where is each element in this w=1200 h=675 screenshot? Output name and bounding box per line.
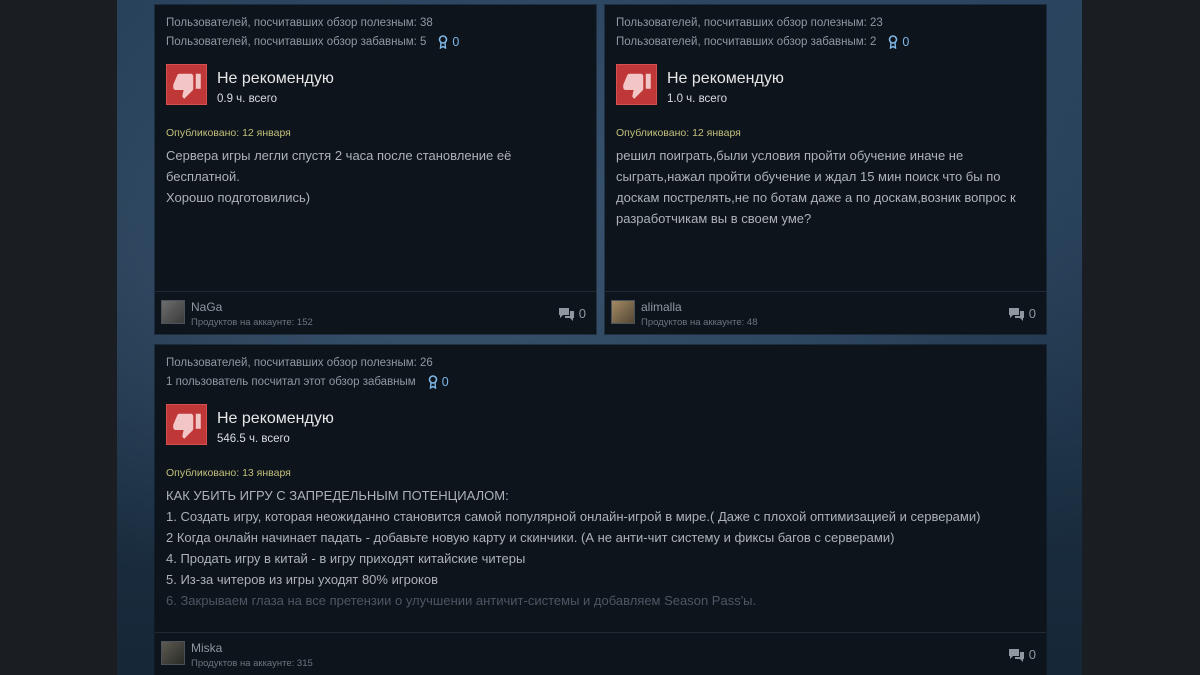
- review-text-line: разработчикам вы в своем уме?: [616, 211, 812, 226]
- user-name[interactable]: alimalla: [641, 300, 682, 314]
- hours-played: 1.0 ч. всего: [667, 93, 728, 105]
- review-card[interactable]: Пользователей, посчитавших обзор полезны…: [605, 5, 1046, 334]
- funny-count: 1 пользователь посчитал этот обзор забав…: [166, 376, 416, 388]
- review-text-line: 1. Создать игру, которая неожиданно стан…: [166, 509, 981, 524]
- review-card[interactable]: Пользователей, посчитавших обзор полезны…: [155, 5, 596, 334]
- user-name[interactable]: NaGa: [191, 300, 222, 314]
- review-text-line: бесплатной.: [166, 169, 240, 184]
- award-button[interactable]: 0: [438, 35, 459, 49]
- products-count: Продуктов на аккаунте: 315: [191, 658, 313, 669]
- review-text-line: 4. Продать игру в китай - в игру приходя…: [166, 551, 526, 566]
- award-count: 0: [452, 35, 460, 49]
- review-text-line: 2 Когда онлайн начинает падать - добавьт…: [166, 530, 895, 545]
- hours-played: 0.9 ч. всего: [217, 93, 278, 105]
- comments-button[interactable]: 0: [1008, 647, 1036, 662]
- helpful-count: Пользователей, посчитавших обзор полезны…: [166, 357, 433, 369]
- review-text-line: 5. Из-за читеров из игры уходят 80% игро…: [166, 572, 439, 587]
- review-text-line: доскам пострелять,не по ботам даже а по …: [616, 190, 1016, 205]
- review-footer: alimalla Продуктов на аккаунте: 48 0: [605, 291, 1046, 334]
- user-name[interactable]: Miska: [191, 641, 222, 655]
- funny-count-row: Пользователей, посчитавших обзор забавны…: [166, 35, 459, 49]
- thumbs-down-icon[interactable]: [166, 404, 207, 445]
- products-count: Продуктов на аккаунте: 152: [191, 317, 313, 328]
- award-icon: [439, 35, 448, 49]
- comments-button[interactable]: 0: [558, 306, 586, 321]
- review-text-line: сыграть,нажал пройти обучение и ждал 15 …: [616, 169, 1001, 184]
- comments-count: 0: [1028, 306, 1036, 321]
- award-button[interactable]: 0: [428, 375, 449, 389]
- review-verdict[interactable]: Не рекомендую: [217, 70, 334, 88]
- hours-played: 546.5 ч. всего: [217, 433, 290, 445]
- funny-count: Пользователей, посчитавших обзор забавны…: [166, 36, 427, 48]
- review-text-line: решил поиграть,были условия пройти обуче…: [616, 148, 964, 163]
- funny-count: Пользователей, посчитавших обзор забавны…: [616, 36, 877, 48]
- review-text: решил поиграть,были условия пройти обуче…: [616, 145, 1016, 229]
- award-button[interactable]: 0: [888, 35, 909, 49]
- review-card[interactable]: Пользователей, посчитавших обзор полезны…: [155, 345, 1046, 675]
- avatar[interactable]: [161, 641, 185, 665]
- thumbs-down-icon[interactable]: [166, 64, 207, 105]
- comments-count: 0: [1028, 647, 1036, 662]
- review-footer: NaGa Продуктов на аккаунте: 152 0: [155, 291, 596, 334]
- page-side-left: [0, 0, 117, 675]
- products-count: Продуктов на аккаунте: 48: [641, 317, 758, 328]
- award-icon: [889, 35, 898, 49]
- comment-icon: [1008, 307, 1024, 321]
- comment-icon: [1008, 648, 1024, 662]
- helpful-count: Пользователей, посчитавших обзор полезны…: [166, 17, 433, 29]
- posted-date: Опубликовано: 12 января: [166, 127, 291, 139]
- posted-date: Опубликовано: 12 января: [616, 127, 741, 139]
- thumbs-down-icon[interactable]: [616, 64, 657, 105]
- review-text-line-faded: 6. Закрываем глаза на все претензии о ул…: [166, 593, 757, 608]
- review-verdict[interactable]: Не рекомендую: [667, 70, 784, 88]
- comments-button[interactable]: 0: [1008, 306, 1036, 321]
- avatar[interactable]: [161, 300, 185, 324]
- comments-count: 0: [578, 306, 586, 321]
- review-verdict[interactable]: Не рекомендую: [217, 410, 334, 428]
- funny-count-row: Пользователей, посчитавших обзор забавны…: [616, 35, 909, 49]
- award-count: 0: [441, 375, 449, 389]
- helpful-count: Пользователей, посчитавших обзор полезны…: [616, 17, 883, 29]
- review-text: Сервера игры легли спустя 2 часа после с…: [166, 145, 511, 208]
- award-icon: [428, 375, 438, 389]
- review-text-line: Хорошо подготовились): [166, 190, 311, 205]
- review-text-line: Сервера игры легли спустя 2 часа после с…: [166, 148, 512, 163]
- review-text-line: КАК УБИТЬ ИГРУ С ЗАПРЕДЕЛЬНЫМ ПОТЕНЦИАЛО…: [166, 488, 509, 503]
- comment-icon: [558, 307, 574, 321]
- review-footer: Miska Продуктов на аккаунте: 315 0: [155, 632, 1046, 675]
- funny-count-row: 1 пользователь посчитал этот обзор забав…: [166, 375, 449, 389]
- review-text: КАК УБИТЬ ИГРУ С ЗАПРЕДЕЛЬНЫМ ПОТЕНЦИАЛО…: [166, 485, 980, 611]
- page-side-right: [1082, 0, 1200, 675]
- award-count: 0: [902, 35, 910, 49]
- avatar[interactable]: [611, 300, 635, 324]
- posted-date: Опубликовано: 13 января: [166, 467, 291, 479]
